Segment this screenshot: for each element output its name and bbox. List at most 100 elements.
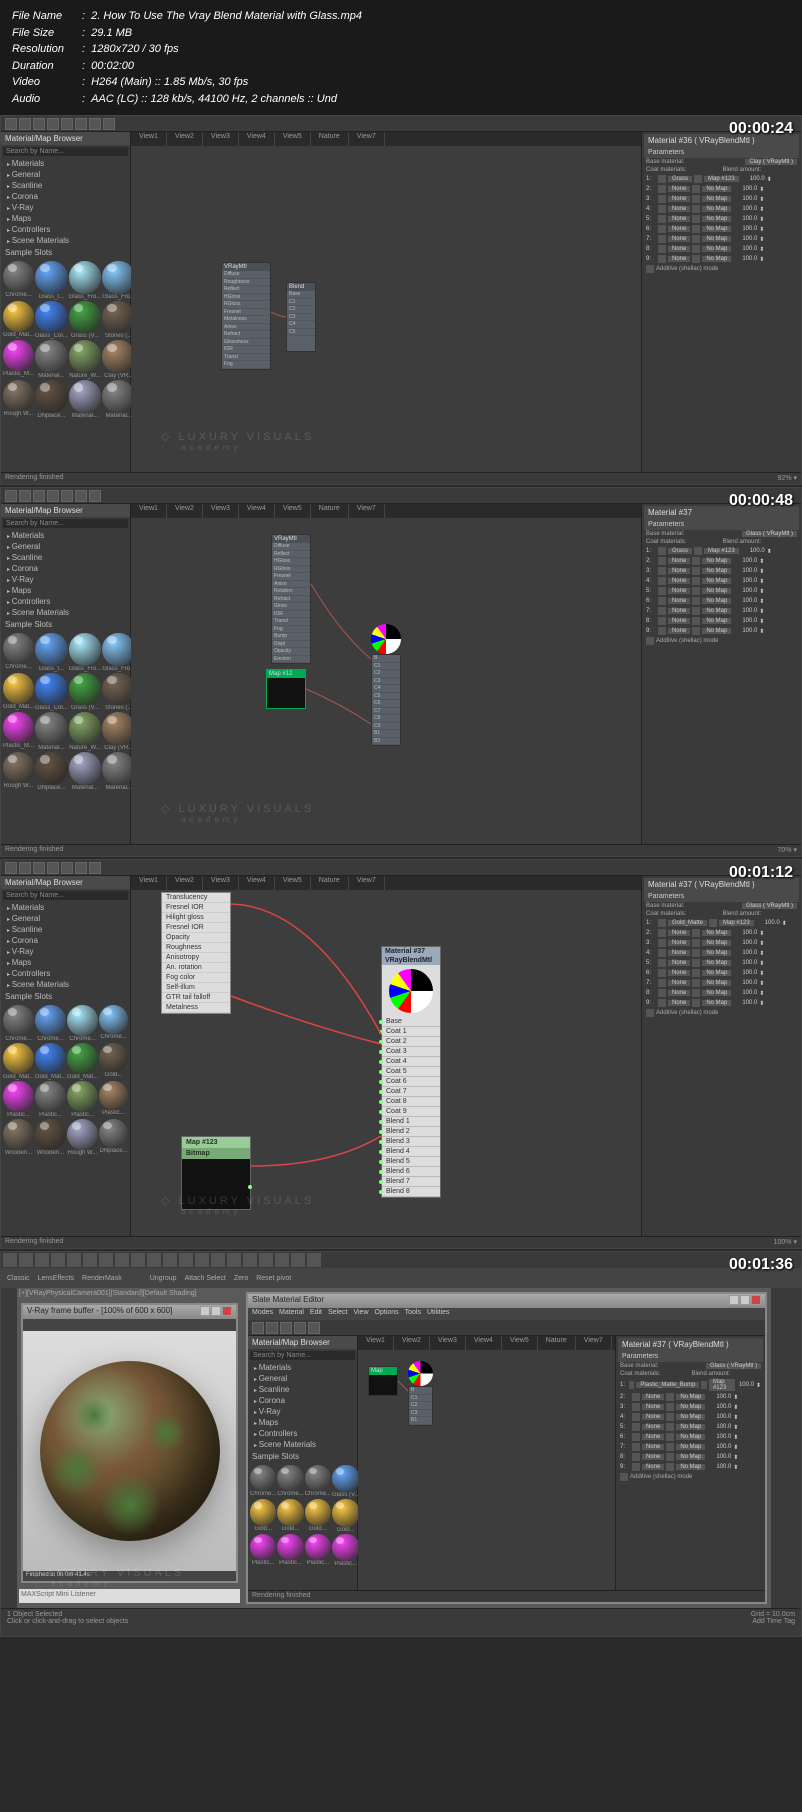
tree-item[interactable]: V-Ray — [1, 202, 130, 213]
blend-input-socket[interactable]: Blend 2 — [382, 1127, 440, 1137]
coat-checkbox[interactable] — [658, 969, 666, 977]
blend-map-button[interactable]: No Map — [676, 1394, 705, 1400]
material-slot[interactable]: Glass_Col... — [35, 301, 68, 340]
blend-map-button[interactable]: No Map — [702, 980, 731, 986]
toolbar-icon[interactable] — [89, 118, 101, 130]
blend-map-button[interactable]: No Map — [676, 1414, 705, 1420]
coat-material-button[interactable]: None — [642, 1444, 664, 1450]
tree-item[interactable]: Corona — [1, 191, 130, 202]
blend-input-socket[interactable]: Coat 9 — [382, 1107, 440, 1117]
view-tab[interactable]: View1 — [131, 504, 167, 518]
menu-item[interactable]: View — [353, 1309, 368, 1319]
view-tab[interactable]: View5 — [275, 504, 311, 518]
material-slot[interactable]: Plastic... — [99, 1081, 128, 1118]
blend-map-button[interactable]: No Map — [702, 568, 731, 574]
material-slot[interactable]: DNplace... — [35, 380, 68, 419]
toolbar-icon[interactable] — [33, 862, 45, 874]
material-slot[interactable]: Glass_Fro... — [69, 261, 102, 300]
coat-material-button[interactable]: None — [642, 1404, 664, 1410]
blend-map-button[interactable]: No Map — [702, 216, 731, 222]
additive-checkbox[interactable] — [620, 1473, 628, 1481]
coat-checkbox[interactable] — [658, 607, 666, 615]
tree-item[interactable]: Maps — [1, 213, 130, 224]
blend-input-socket[interactable]: Coat 6 — [382, 1077, 440, 1087]
coat-checkbox[interactable] — [658, 959, 666, 967]
toolbar-icon[interactable] — [211, 1253, 225, 1267]
material-slot[interactable]: Glass_Fro... — [69, 633, 102, 672]
tree-item[interactable]: Controllers — [1, 224, 130, 235]
material-slot[interactable]: Gold_Mat... — [3, 301, 34, 340]
material-slot[interactable]: Gold_Mat... — [3, 673, 34, 712]
tree-item[interactable]: Maps — [248, 1417, 357, 1428]
minimize-icon[interactable] — [729, 1295, 739, 1305]
coat-checkbox[interactable] — [658, 979, 666, 987]
vray-frame-buffer[interactable]: V-Ray frame buffer - [100% of 600 x 600]… — [21, 1303, 238, 1583]
blend-map-button[interactable]: Map #123 — [709, 1379, 735, 1391]
menu-item[interactable]: Utilities — [427, 1309, 450, 1319]
blend-map-button[interactable]: No Map — [676, 1464, 705, 1470]
coat-checkbox[interactable] — [658, 255, 666, 263]
blend-map-button[interactable]: No Map — [676, 1404, 705, 1410]
blend-map-button[interactable]: Map #123 — [704, 176, 739, 182]
base-material-button[interactable]: Glass ( VRayMtl ) — [742, 531, 797, 537]
toolbar-icon[interactable] — [5, 118, 17, 130]
blend-map-button[interactable]: No Map — [702, 588, 731, 594]
coat-checkbox[interactable] — [658, 225, 666, 233]
material-slot[interactable]: Plastic... — [332, 1534, 359, 1567]
maximize-icon[interactable] — [740, 1295, 750, 1305]
blend-input-socket[interactable]: Blend 1 — [382, 1117, 440, 1127]
tree-item[interactable]: Scanline — [1, 924, 130, 935]
material-slot[interactable]: Chrome... — [3, 633, 34, 672]
tree-item[interactable]: Controllers — [248, 1428, 357, 1439]
material-slot[interactable]: DNplace... — [35, 752, 68, 791]
blend-map-button[interactable]: No Map — [702, 960, 731, 966]
material-slot[interactable]: Plastic... — [3, 1081, 34, 1118]
material-slot[interactable]: Glass_Col... — [35, 673, 68, 712]
tree-item[interactable]: Maps — [1, 957, 130, 968]
blend-map-button[interactable]: No Map — [702, 246, 731, 252]
blend-map-button[interactable]: No Map — [702, 226, 731, 232]
view-tab[interactable]: View3 — [203, 876, 239, 890]
coat-material-button[interactable]: None — [668, 196, 690, 202]
material-slot[interactable]: Chrome... — [67, 1005, 98, 1042]
node-output-socket[interactable]: Opacity — [162, 933, 230, 943]
toolbar-icon[interactable] — [163, 1253, 177, 1267]
node-output-socket[interactable]: Roughness — [162, 943, 230, 953]
coat-material-button[interactable]: None — [668, 598, 690, 604]
blend-input-socket[interactable]: Coat 1 — [382, 1027, 440, 1037]
blend-map-button[interactable]: No Map — [702, 206, 731, 212]
view-tab[interactable]: View4 — [239, 876, 275, 890]
coat-checkbox[interactable] — [658, 567, 666, 575]
tree-item[interactable]: Scene Materials — [1, 607, 130, 618]
material-slot[interactable]: Gold... — [250, 1499, 276, 1532]
view-tab[interactable]: View7 — [349, 876, 385, 890]
view-tab[interactable]: View7 — [349, 504, 385, 518]
blend-map-button[interactable]: No Map — [702, 558, 731, 564]
blend-node[interactable]: BC1C2C3C4C5C6C7C8C9B1B2 — [371, 624, 401, 746]
minimize-icon[interactable] — [200, 1306, 210, 1316]
view-tab[interactable]: View5 — [275, 132, 311, 146]
toolbar-icon[interactable] — [33, 118, 45, 130]
blend-input-socket[interactable]: Coat 8 — [382, 1097, 440, 1107]
coat-material-button[interactable]: None — [642, 1454, 664, 1460]
coat-checkbox[interactable] — [629, 1381, 635, 1389]
coat-checkbox[interactable] — [658, 195, 666, 203]
tree-item[interactable]: Corona — [248, 1395, 357, 1406]
coat-checkbox[interactable] — [658, 245, 666, 253]
view-tab[interactable]: View4 — [239, 504, 275, 518]
view-tab[interactable]: View2 — [167, 132, 203, 146]
material-slot[interactable]: Glass_t... — [35, 633, 68, 672]
blend-map-button[interactable]: No Map — [702, 628, 731, 634]
coat-material-button[interactable]: None — [668, 990, 690, 996]
blend-input-socket[interactable]: Blend 4 — [382, 1147, 440, 1157]
vray-blend-node[interactable]: Material #37 VRayBlendMtl BaseCoat 1Coat… — [381, 946, 441, 1198]
coat-material-button[interactable]: None — [668, 206, 690, 212]
coat-material-button[interactable]: None — [668, 930, 690, 936]
additive-checkbox[interactable] — [646, 265, 654, 273]
blend-input-socket[interactable]: Blend 5 — [382, 1157, 440, 1167]
coat-material-button[interactable]: None — [668, 970, 690, 976]
material-slot[interactable]: Gold... — [99, 1043, 128, 1080]
toolbar-icon[interactable] — [307, 1253, 321, 1267]
coat-checkbox[interactable] — [658, 205, 666, 213]
material-slot[interactable]: Nature_W... — [69, 340, 102, 379]
